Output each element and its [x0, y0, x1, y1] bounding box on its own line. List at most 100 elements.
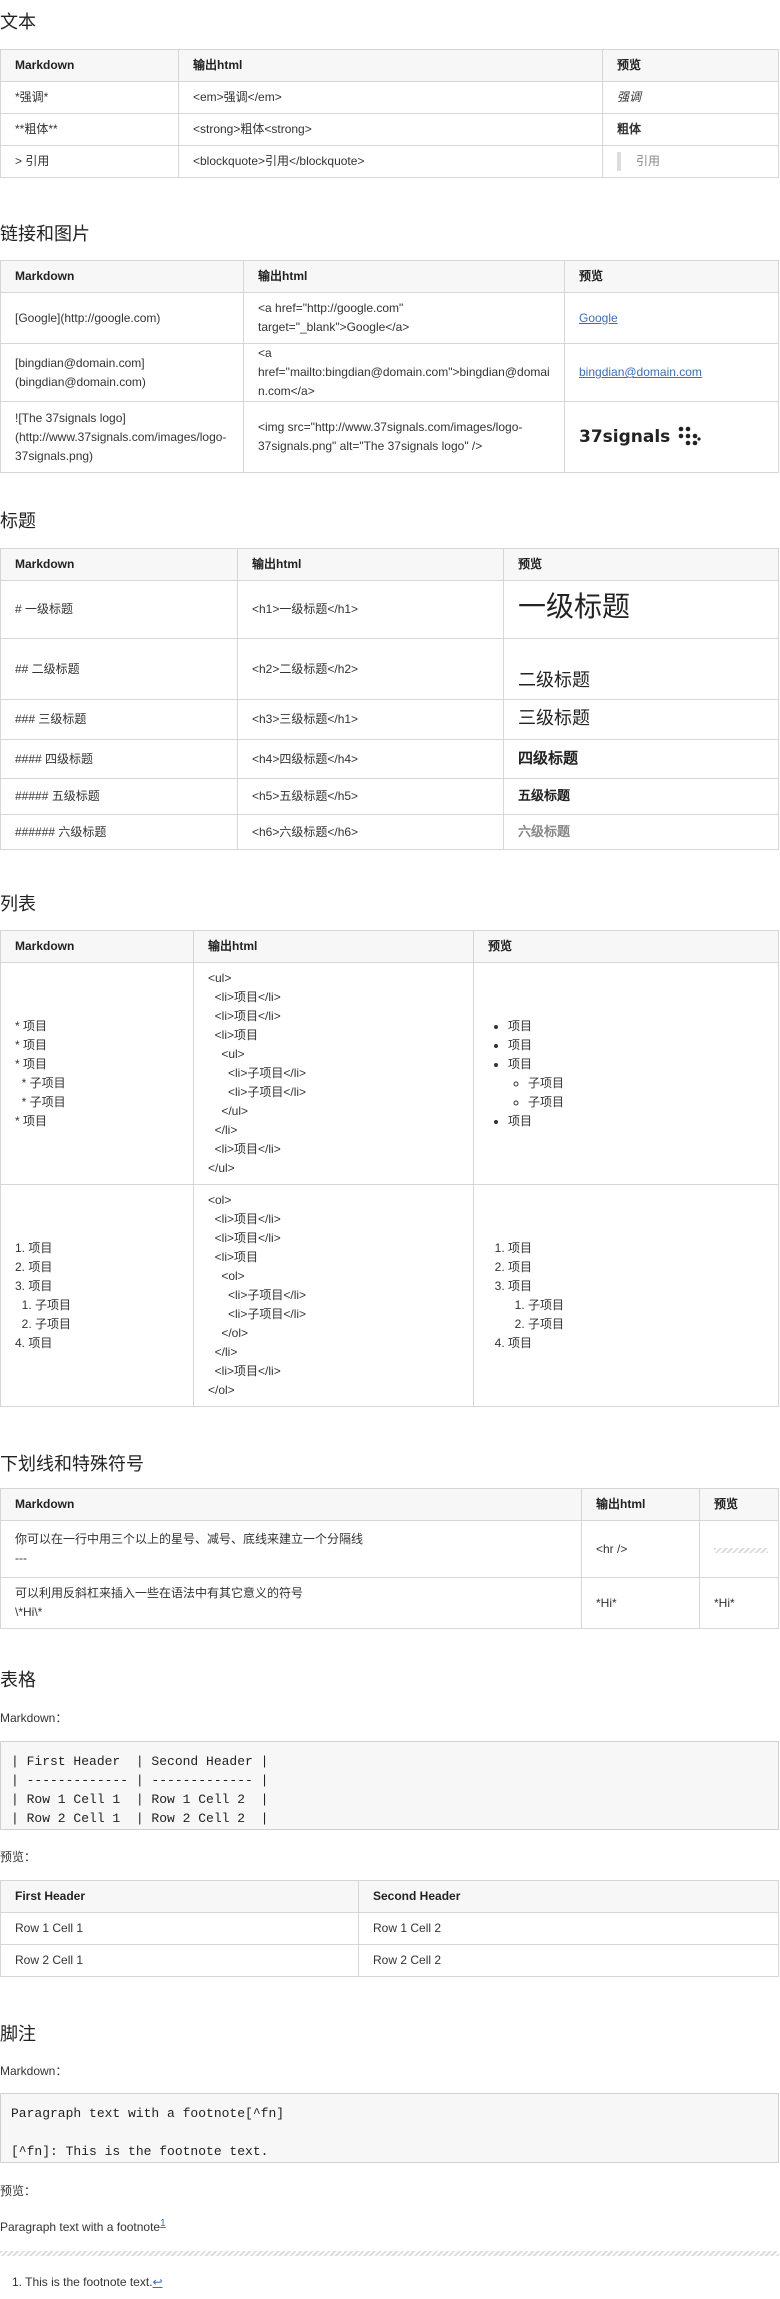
md-cell: ##### 五级标题: [0, 778, 238, 815]
html-line: <li>子项目</li>: [208, 1085, 307, 1099]
html-line: <li>项目: [208, 1028, 259, 1042]
logo-mark-icon: [678, 426, 701, 446]
html-line: <li>项目</li>: [208, 1231, 281, 1245]
col-header: Markdown: [0, 49, 179, 82]
paragraph-text: Paragraph text with a footnote: [0, 2220, 161, 2234]
footnote-paragraph: Paragraph text with a footnote1: [0, 2218, 166, 2234]
code-line: | ------------- | ------------- |: [11, 1773, 269, 1788]
col-header: Markdown: [0, 260, 244, 293]
list-item: 项目: [508, 1239, 764, 1258]
section-title-links: 链接和图片: [0, 224, 90, 245]
markdown-label: Markdown：: [0, 2064, 68, 2078]
html-line: <li>子项目</li>: [208, 1307, 307, 1321]
html-line: </li>: [208, 1123, 238, 1137]
preview-ul: 项目 项目 项目 子项目子项目 项目: [488, 1017, 764, 1131]
html-cell: <blockquote>引用</blockquote>: [178, 145, 603, 178]
md-line: * 项目: [15, 1056, 48, 1071]
section-title-footnotes: 脚注: [0, 2024, 36, 2045]
footnote-backref-link[interactable]: ↩: [153, 2275, 163, 2289]
html-line: </ul>: [208, 1161, 235, 1175]
preview-h6: 六级标题: [518, 824, 571, 840]
html-cell: <h6>六级标题</h6>: [237, 814, 504, 850]
preview-blockquote: 引用: [617, 152, 764, 171]
col-header: 预览: [699, 1488, 779, 1521]
ul-md-cell: * 项目 * 项目 * 项目 * 子项目 * 子项目 * 项目: [0, 962, 194, 1185]
sub-list-item: 子项目: [528, 1093, 764, 1112]
md-line: 4. 项目: [15, 1335, 53, 1350]
md-cell: # 一级标题: [0, 580, 238, 639]
code-line: | First Header | Second Header |: [11, 1754, 269, 1769]
list-item: 项目: [508, 1334, 764, 1353]
preview-h5: 五级标题: [518, 789, 571, 804]
html-cell: <img src="http://www.37signals.com/image…: [243, 401, 565, 473]
md-cell: **粗体**: [0, 113, 179, 146]
md-line: * 子项目: [15, 1094, 66, 1109]
preview-em: 强调: [617, 90, 642, 104]
preview-label: 预览：: [0, 2184, 37, 2198]
col-header: Markdown: [0, 548, 238, 581]
preview-strong: 粗体: [617, 122, 642, 136]
email-link[interactable]: bingdian@domain.com: [579, 365, 702, 379]
html-cell: *Hi*: [581, 1577, 700, 1629]
html-cell: <h2>二级标题</h2>: [237, 638, 504, 700]
table-code-block: | First Header | Second Header | | ------…: [0, 1741, 779, 1830]
html-cell: <em>强调</em>: [178, 81, 603, 114]
list-item: 项目 子项目子项目: [508, 1055, 764, 1112]
preview-h4: 四级标题: [518, 749, 579, 767]
md-line: 2. 项目: [15, 1259, 53, 1274]
html-line: <li>项目</li>: [208, 1364, 281, 1378]
ul-preview-cell: 项目 项目 项目 子项目子项目 项目: [473, 962, 779, 1185]
special-table: Markdown 输出html 预览 你可以在一行中用三个以上的星号、减号、底线来建…: [0, 1488, 779, 1629]
table-cell: Row 1 Cell 2: [358, 1912, 779, 1945]
md-cell: 可以利用反斜杠来插入一些在语法中有其它意义的符号 \*Hi\*: [0, 1577, 582, 1629]
html-cell: <strong>粗体<strong>: [178, 113, 603, 146]
col-header: 预览: [564, 260, 779, 293]
md-line: 1. 项目: [15, 1240, 53, 1255]
list-item: 项目: [508, 1036, 764, 1055]
google-link[interactable]: Google: [579, 311, 618, 325]
preview-hr: [714, 1547, 768, 1553]
footnote-ref-link[interactable]: 1: [160, 2218, 166, 2229]
md-line: ---: [15, 1551, 27, 1565]
md-cell: ![The 37signals logo](http://www.37signa…: [0, 401, 244, 473]
md-line: * 项目: [15, 1113, 48, 1128]
preview-h1: 一级标题: [518, 590, 631, 623]
md-line: \*Hi\*: [15, 1605, 43, 1619]
md-line: 你可以在一行中用三个以上的星号、减号、底线来建立一个分隔线: [15, 1532, 364, 1546]
ul-html-cell: <ul> <li>项目</li> <li>项目</li> <li>项目 <ul>…: [193, 962, 474, 1185]
html-line: <li>项目: [208, 1250, 259, 1264]
md-cell: ### 三级标题: [0, 699, 238, 740]
md-line: 3. 项目: [15, 1278, 53, 1293]
md-cell: #### 四级标题: [0, 739, 238, 779]
preview-cell: *Hi*: [699, 1577, 779, 1629]
footnote-separator: [0, 2251, 779, 2256]
html-line: <li>项目</li>: [208, 1009, 281, 1023]
list-item: 项目: [508, 1017, 764, 1036]
html-line: </li>: [208, 1345, 238, 1359]
col-header: Markdown: [0, 1488, 582, 1521]
md-line: 2. 子项目: [15, 1316, 72, 1331]
sub-list-item: 子项目: [528, 1296, 764, 1315]
list-item: 项目: [508, 1112, 764, 1131]
headings-table: Markdown 输出html 预览 # 一级标题 <h1>一级标题</h1> 一级标题…: [0, 548, 779, 850]
logo-text: 37signals: [579, 426, 671, 447]
html-line: </ol>: [208, 1326, 249, 1340]
section-title-text: 文本: [0, 12, 36, 33]
section-title-tables: 表格: [0, 1670, 36, 1691]
markdown-label: Markdown：: [0, 1711, 68, 1725]
code-line: | Row 1 Cell 1 | Row 1 Cell 2 |: [11, 1792, 269, 1807]
html-line: </ul>: [208, 1104, 249, 1118]
col-header: First Header: [0, 1880, 359, 1913]
html-cell: <a href="http://google.com" target="_bla…: [243, 292, 565, 344]
sub-list-item: 子项目: [528, 1074, 764, 1093]
col-header: 预览: [602, 49, 779, 82]
list-item-text: 项目: [508, 1278, 533, 1293]
code-line: Paragraph text with a footnote[^fn]: [11, 2106, 285, 2121]
md-cell: 你可以在一行中用三个以上的星号、减号、底线来建立一个分隔线 ---: [0, 1520, 582, 1578]
ol-preview-cell: 项目 项目 项目 子项目子项目 项目: [473, 1184, 779, 1407]
list-item: 项目 子项目子项目: [508, 1277, 764, 1334]
section-title-special: 下划线和特殊符号: [0, 1454, 144, 1475]
col-header: 预览: [473, 930, 779, 963]
md-line: * 项目: [15, 1018, 48, 1033]
